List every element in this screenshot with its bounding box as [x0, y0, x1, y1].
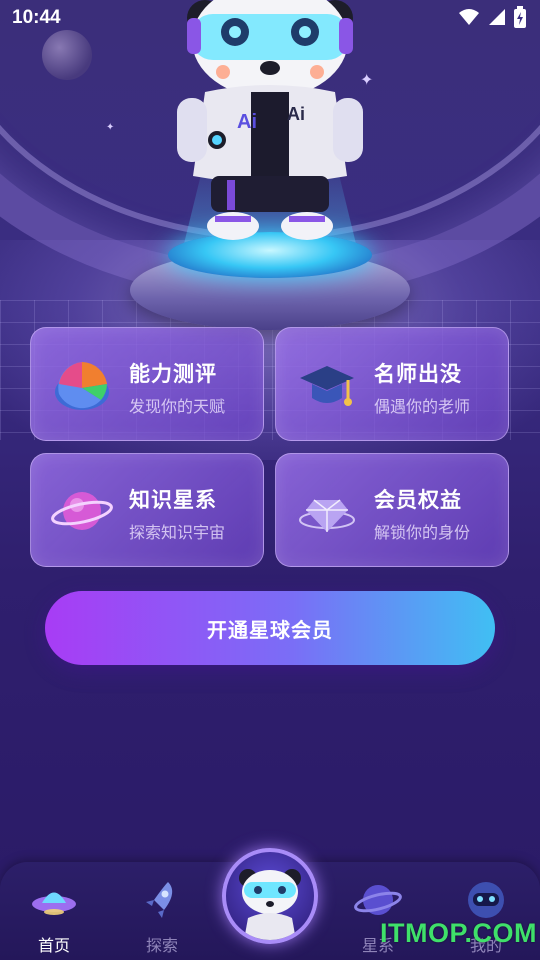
card-subtitle: 解锁你的身份: [374, 523, 471, 542]
planet-icon: [354, 885, 402, 915]
card-subtitle: 发现你的天赋: [129, 397, 226, 416]
card-famous-teachers[interactable]: 名师出没 偶遇你的老师: [275, 327, 509, 441]
card-title: 名师出没: [374, 362, 462, 386]
pie-chart-icon: [55, 362, 109, 410]
ufo-icon: [32, 892, 76, 915]
cellular-signal-icon: [489, 9, 505, 25]
tab-label: 探索: [145, 936, 178, 955]
tab-home[interactable]: 首页: [14, 876, 94, 956]
status-icons: [458, 6, 526, 28]
center-mascot-button[interactable]: [222, 848, 318, 944]
card-title: 能力测评: [129, 362, 217, 386]
battery-icon: [514, 6, 526, 28]
tab-label: 首页: [37, 936, 70, 955]
panda-avatar-icon: [239, 869, 301, 940]
rocket-icon: [146, 882, 173, 918]
card-subtitle: 偶遇你的老师: [374, 397, 471, 416]
card-ability-test[interactable]: 能力测评 发现你的天赋: [30, 327, 264, 441]
card-subtitle: 探索知识宇宙: [129, 523, 226, 542]
open-membership-button[interactable]: 开通星球会员: [45, 591, 495, 665]
star-icon: ✦: [106, 122, 115, 133]
panda-mascot: Ai Ai: [177, 0, 363, 240]
watermark: ITMOP.COM: [380, 918, 538, 948]
graduation-cap-icon: [300, 366, 354, 406]
card-title: 知识星系: [129, 488, 217, 512]
background-planet: [42, 30, 92, 80]
status-bar: 10:44: [0, 0, 540, 36]
planet-icon: [51, 492, 113, 530]
robot-face-icon: [468, 882, 504, 918]
card-title: 会员权益: [374, 488, 462, 512]
svg-text:Ai: Ai: [237, 111, 257, 133]
wifi-icon: [459, 9, 479, 25]
card-member-benefits[interactable]: 会员权益 解锁你的身份: [275, 453, 509, 567]
tab-explore[interactable]: 探索: [122, 876, 202, 956]
diamond-icon: [299, 499, 355, 532]
svg-text:Ai: Ai: [287, 104, 305, 124]
card-knowledge-galaxy[interactable]: 知识星系 探索知识宇宙: [30, 453, 264, 567]
status-time: 10:44: [12, 7, 61, 28]
